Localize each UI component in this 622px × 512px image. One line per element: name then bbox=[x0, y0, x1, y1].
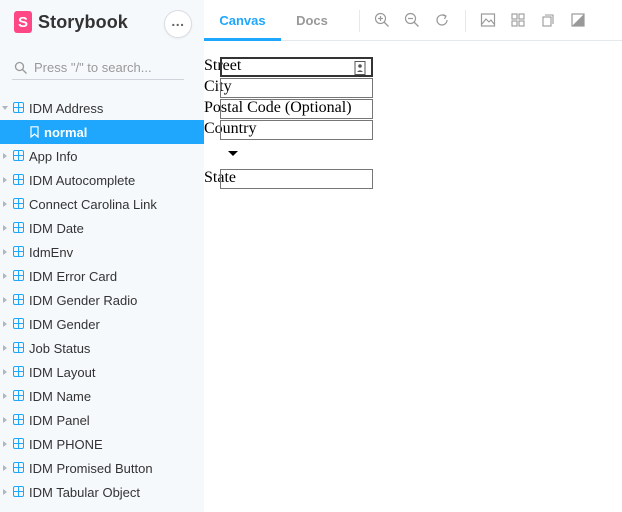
component-icon bbox=[13, 246, 24, 257]
sidebar-item-idmenv[interactable]: IdmEnv bbox=[0, 240, 204, 264]
sidebar-item-connect-carolina-link[interactable]: Connect Carolina Link bbox=[0, 192, 204, 216]
component-icon bbox=[13, 366, 24, 377]
sidebar-item-label: IDM Name bbox=[29, 389, 92, 404]
sidebar-item-app-info[interactable]: App Info bbox=[0, 144, 204, 168]
sidebar-item-label: IDM Promised Button bbox=[29, 461, 153, 476]
street-input[interactable] bbox=[220, 57, 373, 77]
component-icon bbox=[13, 462, 24, 473]
sidebar-item-idm-gender-radio[interactable]: IDM Gender Radio bbox=[0, 288, 204, 312]
chevron-right-icon bbox=[3, 465, 7, 471]
chevron-right-icon bbox=[3, 393, 7, 399]
story-tree: IDM Address normal App Info IDM Autocomp… bbox=[0, 96, 204, 504]
postal-code-input[interactable] bbox=[220, 99, 373, 119]
zoom-in-icon[interactable] bbox=[374, 12, 390, 28]
sidebar-item-idm-address[interactable]: IDM Address bbox=[0, 96, 204, 120]
brand[interactable]: S Storybook bbox=[14, 9, 128, 35]
chevron-right-icon bbox=[3, 249, 7, 255]
search-icon bbox=[14, 61, 27, 74]
toolbar: Canvas Docs bbox=[204, 0, 622, 41]
zoom-out-icon[interactable] bbox=[404, 12, 420, 28]
reset-zoom-icon[interactable] bbox=[434, 12, 450, 28]
component-icon bbox=[13, 438, 24, 449]
ellipsis-icon: ... bbox=[171, 13, 185, 29]
sidebar-item-idm-panel[interactable]: IDM Panel bbox=[0, 408, 204, 432]
sidebar-item-label: IDM PHONE bbox=[29, 437, 103, 452]
sidebar-item-label: App Info bbox=[29, 149, 78, 164]
component-icon bbox=[13, 414, 24, 425]
brand-name: Storybook bbox=[38, 11, 128, 32]
sidebar: S Storybook ... IDM Address normal App I… bbox=[0, 0, 204, 512]
more-options-button[interactable]: ... bbox=[164, 10, 192, 38]
sidebar-item-label: normal bbox=[44, 125, 88, 140]
sidebar-item-idm-layout[interactable]: IDM Layout bbox=[0, 360, 204, 384]
chevron-right-icon bbox=[3, 441, 7, 447]
sidebar-item-label: IDM Layout bbox=[29, 365, 96, 380]
component-icon bbox=[13, 342, 24, 353]
sidebar-item-label: IDM Error Card bbox=[29, 269, 118, 284]
component-icon bbox=[13, 174, 24, 185]
dropdown-arrow-icon[interactable] bbox=[228, 151, 238, 156]
sidebar-item-idm-name[interactable]: IDM Name bbox=[0, 384, 204, 408]
toolbar-divider bbox=[359, 10, 360, 32]
component-icon bbox=[13, 222, 24, 233]
background-icon[interactable] bbox=[480, 12, 496, 28]
country-input[interactable] bbox=[220, 120, 373, 140]
sidebar-item-idm-gender[interactable]: IDM Gender bbox=[0, 312, 204, 336]
storybook-logo-icon: S bbox=[14, 11, 32, 33]
city-input[interactable] bbox=[220, 78, 373, 98]
component-icon bbox=[13, 270, 24, 281]
sidebar-item-label: IDM Tabular Object bbox=[29, 485, 141, 500]
chevron-right-icon bbox=[3, 201, 7, 207]
tab-canvas[interactable]: Canvas bbox=[204, 0, 281, 41]
search-bar bbox=[12, 56, 184, 80]
sidebar-item-idm-error-card[interactable]: IDM Error Card bbox=[0, 264, 204, 288]
toolbar-divider bbox=[465, 10, 466, 32]
sidebar-item-label: IdmEnv bbox=[29, 245, 74, 260]
sidebar-item-label: IDM Panel bbox=[29, 413, 90, 428]
chevron-down-icon bbox=[2, 106, 8, 110]
chevron-right-icon bbox=[3, 417, 7, 423]
sidebar-item-idm-autocomplete[interactable]: IDM Autocomplete bbox=[0, 168, 204, 192]
sidebar-item-label: IDM Date bbox=[29, 221, 84, 236]
sidebar-item-label: IDM Gender Radio bbox=[29, 293, 138, 308]
sidebar-item-idm-date[interactable]: IDM Date bbox=[0, 216, 204, 240]
chevron-right-icon bbox=[3, 153, 7, 159]
state-input[interactable] bbox=[220, 169, 373, 189]
component-icon bbox=[13, 390, 24, 401]
component-icon bbox=[13, 150, 24, 161]
chevron-right-icon bbox=[3, 225, 7, 231]
component-icon bbox=[13, 294, 24, 305]
component-icon bbox=[13, 198, 24, 209]
component-icon bbox=[13, 486, 24, 497]
bookmark-icon bbox=[30, 126, 39, 138]
sidebar-item-label: Job Status bbox=[29, 341, 91, 356]
viewport-icon[interactable] bbox=[540, 12, 556, 28]
chevron-right-icon bbox=[3, 273, 7, 279]
sidebar-item-idm-tabular-object[interactable]: IDM Tabular Object bbox=[0, 480, 204, 504]
sidebar-item-normal[interactable]: normal bbox=[0, 120, 204, 144]
chevron-right-icon bbox=[3, 489, 7, 495]
chevron-right-icon bbox=[3, 369, 7, 375]
contact-card-icon[interactable] bbox=[353, 60, 367, 76]
sidebar-item-label: Connect Carolina Link bbox=[29, 197, 157, 212]
chevron-right-icon bbox=[3, 177, 7, 183]
sidebar-item-idm-phone[interactable]: IDM PHONE bbox=[0, 432, 204, 456]
component-icon bbox=[13, 102, 24, 113]
sidebar-item-idm-promised-button[interactable]: IDM Promised Button bbox=[0, 456, 204, 480]
chevron-right-icon bbox=[3, 345, 7, 351]
contrast-icon[interactable] bbox=[570, 12, 586, 28]
sidebar-item-label: IDM Address bbox=[29, 101, 104, 116]
sidebar-item-label: IDM Gender bbox=[29, 317, 100, 332]
grid-icon[interactable] bbox=[510, 12, 526, 28]
search-input[interactable] bbox=[34, 60, 179, 75]
chevron-right-icon bbox=[3, 297, 7, 303]
chevron-right-icon bbox=[3, 321, 7, 327]
story-canvas: Street City Postal Code (Optional) Count… bbox=[204, 42, 622, 512]
sidebar-item-label: IDM Autocomplete bbox=[29, 173, 136, 188]
tab-docs[interactable]: Docs bbox=[281, 0, 343, 41]
component-icon bbox=[13, 318, 24, 329]
sidebar-item-job-status[interactable]: Job Status bbox=[0, 336, 204, 360]
